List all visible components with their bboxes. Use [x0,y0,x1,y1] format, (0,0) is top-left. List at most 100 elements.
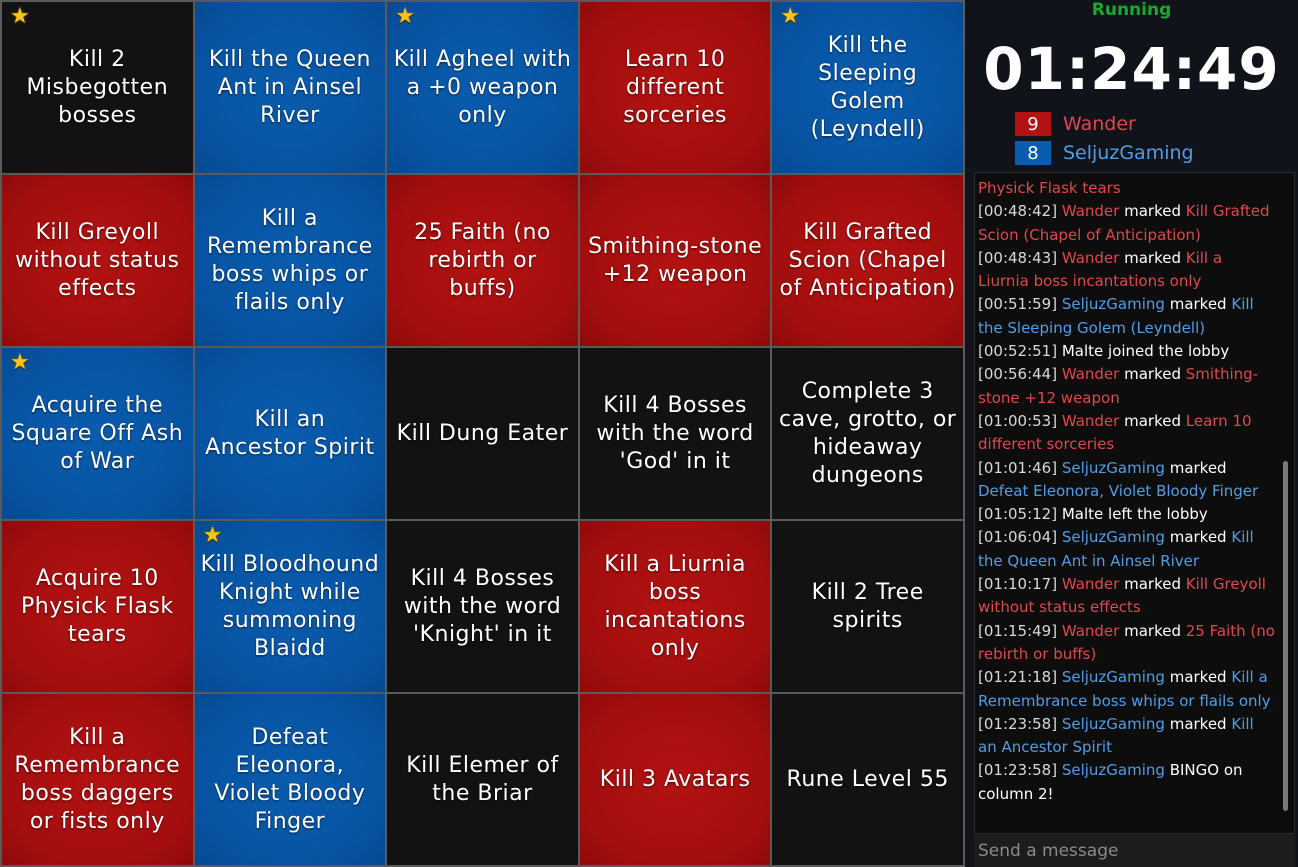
cell-label: Kill 2 Misbegotten bosses [26,46,169,128]
star-icon: ★ [10,4,31,29]
message-timestamp: [00:56:44] [978,365,1062,384]
cell-label: Acquire 10 Physick Flask tears [21,565,174,647]
chat-message: [01:21:18] SeljuzGaming marked Kill a Re… [978,666,1276,713]
message-timestamp: [01:23:58] [978,761,1062,780]
star-icon: ★ [202,523,223,548]
message-timestamp: [00:48:42] [978,202,1062,221]
message-timestamp: [01:01:46] [978,458,1062,477]
bingo-cell[interactable]: Learn 10 different sorceries [579,2,771,173]
cell-label: 25 Faith (no rebirth or buffs) [414,219,551,301]
cell-label: Kill Bloodhound Knight while summoning B… [200,551,380,661]
bingo-cell[interactable]: Kill 4 Bosses with the word 'God' in it [579,348,771,519]
bingo-cell[interactable]: ★ Kill Bloodhound Knight while summoning … [194,521,386,692]
chat-message-input[interactable] [974,834,1295,867]
message-text: Malte left the lobby [1061,505,1208,524]
bingo-cell[interactable]: Kill a Liurnia boss incantations only [579,521,771,692]
cell-label: Kill a Remembrance boss daggers or fists… [14,724,181,834]
chat-message: [00:48:42] Wander marked Kill Grafted Sc… [978,200,1276,247]
chat-message: [00:52:51] Malte joined the lobby [978,340,1276,363]
player-name: Wander [1063,113,1136,135]
chat-message: [01:05:12] Malte left the lobby [978,503,1276,526]
message-text: SeljuzGaming [1061,458,1165,477]
message-text: marked [1164,528,1232,547]
message-text: SeljuzGaming [1061,714,1165,733]
message-text: SeljuzGaming [1061,668,1165,687]
chat-message: [01:06:04] SeljuzGaming marked Kill the … [978,526,1276,573]
star-icon: ★ [395,4,416,29]
bingo-cell[interactable]: Kill 3 Avatars [579,694,771,865]
cell-label: Defeat Eleonora, Violet Bloody Finger [214,724,366,834]
message-text: marked [1164,458,1227,477]
game-timer: 01:24:49 [983,35,1280,103]
bingo-cell[interactable]: Kill a Remembrance boss daggers or fists… [2,694,193,865]
bingo-cell[interactable]: Kill an Ancestor Spirit [194,348,386,519]
player-name: SeljuzGaming [1063,142,1194,164]
cell-label: Kill Agheel with a +0 weapon only [393,46,572,128]
bingo-cell[interactable]: Kill Elemer of the Briar [387,694,578,865]
bingo-cell[interactable]: Kill the Queen Ant in Ainsel River [194,2,386,173]
bingo-cell[interactable]: ★ Acquire the Square Off Ash of War [2,348,193,519]
bingo-cell[interactable]: Smithing-stone +12 weapon [579,175,771,346]
message-text: Wander [1061,202,1120,221]
chat-scrollbar[interactable] [1283,461,1288,811]
message-text: marked [1164,668,1232,687]
bingo-cell[interactable]: Kill Greyoll without status effects [2,175,193,346]
sidebar: Running 01:24:49 9 Wander 8 SeljuzGaming… [965,0,1298,867]
bingo-cell[interactable]: ★ Kill the Sleeping Golem (Leyndell) [772,2,963,173]
star-icon: ★ [780,4,801,29]
cell-label: Acquire the Square Off Ash of War [11,392,184,474]
message-text: marked [1119,621,1186,640]
message-text: Wander [1061,411,1120,430]
chat-message: [01:15:49] Wander marked 25 Faith (no re… [978,620,1276,667]
bingo-cell[interactable]: Kill 4 Bosses with the word 'Knight' in … [387,521,578,692]
bingo-cell[interactable]: Kill Grafted Scion (Chapel of Anticipati… [772,175,963,346]
chat-log-panel[interactable]: Physick Flask tears [00:48:42] Wander mar… [974,172,1295,834]
bingo-cell[interactable]: Kill a Remembrance boss whips or flails … [194,175,386,346]
cell-label: Kill 4 Bosses with the word 'God' in it [596,392,754,474]
bingo-cell[interactable]: Kill 2 Tree spirits [772,521,963,692]
message-text: Malte joined the lobby [1061,342,1230,361]
chat-message: [01:23:58] SeljuzGaming marked Kill an A… [978,713,1276,760]
message-text: marked [1119,411,1186,430]
cell-label: Kill a Liurnia boss incantations only [604,551,746,661]
message-text: Wander [1061,621,1120,640]
bingo-cell[interactable]: Kill Dung Eater [387,348,578,519]
cell-label: Kill 2 Tree spirits [811,579,924,633]
message-text: marked [1164,295,1232,314]
chat-message: [00:56:44] Wander marked Smithing-stone … [978,363,1276,410]
message-timestamp: [01:23:58] [978,714,1062,733]
bingo-cell[interactable]: 25 Faith (no rebirth or buffs) [387,175,578,346]
message-text: Wander [1061,575,1120,594]
chat-message: [00:48:43] Wander marked Kill a Liurnia … [978,247,1276,294]
bingo-cell[interactable]: Acquire 10 Physick Flask tears [2,521,193,692]
message-text: SeljuzGaming [1061,295,1165,314]
message-text: marked [1119,248,1186,267]
star-icon: ★ [10,350,31,375]
cell-label: Rune Level 55 [786,766,949,792]
cell-label: Smithing-stone +12 weapon [588,233,763,287]
message-text: Wander [1061,248,1120,267]
player-entry-wander: 9 Wander [1015,111,1136,137]
message-timestamp: [01:21:18] [978,668,1062,687]
cell-label: Complete 3 cave, grotto, or hideaway dun… [779,378,957,488]
message-text: SeljuzGaming [1061,528,1165,547]
bingo-cell[interactable]: ★ Kill Agheel with a +0 weapon only [387,2,578,173]
bingo-cell[interactable]: Defeat Eleonora, Violet Bloody Finger [194,694,386,865]
cell-label: Kill Elemer of the Briar [406,752,559,806]
message-timestamp: [01:00:53] [978,411,1062,430]
message-text: Physick Flask tears [978,179,1121,197]
bingo-cell[interactable]: Complete 3 cave, grotto, or hideaway dun… [772,348,963,519]
cell-label: Kill Grafted Scion (Chapel of Anticipati… [779,219,956,301]
game-status: Running [1091,0,1172,20]
cell-label: Kill a Remembrance boss whips or flails … [206,205,373,315]
message-timestamp: [00:48:43] [978,248,1062,267]
message-timestamp: [01:05:12] [978,505,1062,524]
player-score: 9 [1015,112,1051,136]
message-text: marked [1119,202,1186,221]
message-text: Wander [1061,365,1120,384]
message-text: marked [1119,365,1186,384]
cell-label: Kill 4 Bosses with the word 'Knight' in … [403,565,562,647]
bingo-cell[interactable]: Rune Level 55 [772,694,963,865]
bingo-cell[interactable]: ★ Kill 2 Misbegotten bosses [2,2,193,173]
message-timestamp: [01:06:04] [978,528,1062,547]
